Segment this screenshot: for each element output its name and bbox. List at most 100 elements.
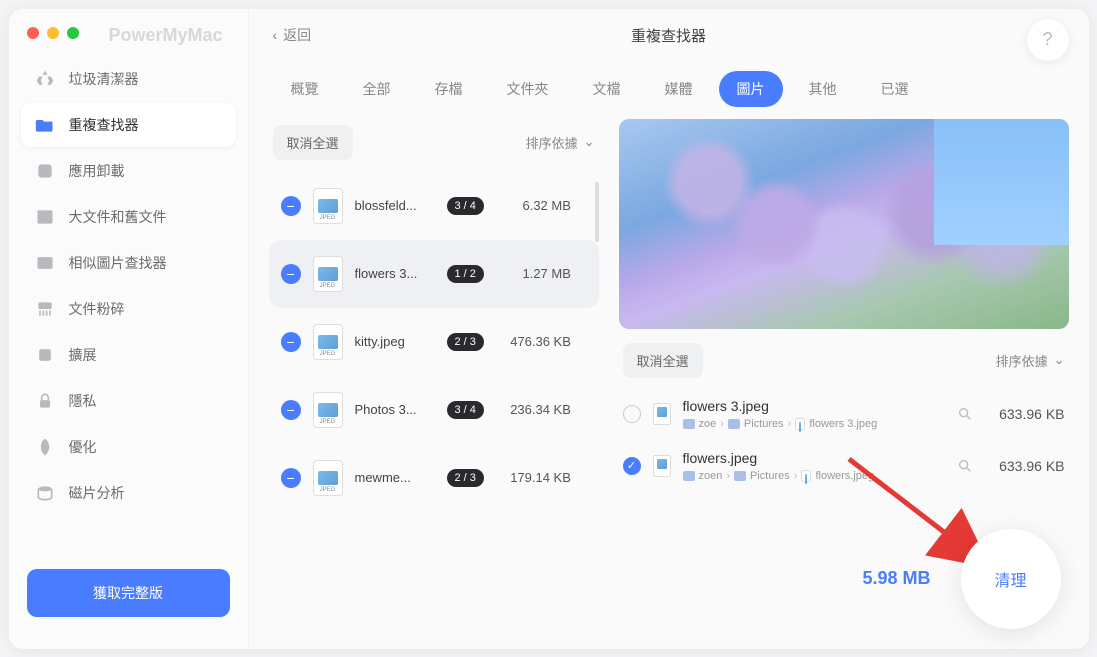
jpeg-icon — [313, 460, 343, 496]
checkbox[interactable] — [623, 457, 641, 475]
disk-icon — [35, 483, 55, 503]
file-path: zoe › Pictures › flowers 3.jpeg — [683, 418, 945, 430]
tab-folders[interactable]: 文件夾 — [489, 71, 567, 107]
file-row[interactable]: − Photos 3... 3 / 4 236.34 KB — [269, 376, 599, 444]
jpeg-icon — [313, 392, 343, 428]
get-full-version-button[interactable]: 獲取完整版 — [27, 569, 230, 617]
deselect-icon[interactable]: − — [281, 400, 301, 420]
file-list[interactable]: − blossfeld... 3 / 4 6.32 MB − flowers 3… — [269, 172, 599, 629]
clean-button[interactable]: 清理 — [961, 529, 1061, 629]
detail-info: flowers.jpeg zoen › Pictures › flowers.j… — [683, 450, 945, 482]
tab-images[interactable]: 圖片 — [719, 71, 783, 107]
sidebar-item-label: 擴展 — [69, 345, 97, 365]
file-name: kitty.jpeg — [355, 334, 435, 349]
deselect-icon[interactable]: − — [281, 332, 301, 352]
file-row[interactable]: − mewme... 2 / 3 179.14 KB — [269, 444, 599, 512]
scrollbar[interactable] — [595, 182, 599, 242]
file-size: 179.14 KB — [496, 470, 571, 485]
deselect-icon[interactable]: − — [281, 196, 301, 216]
sort-label: 排序依據 — [996, 351, 1048, 370]
sidebar-item-label: 隱私 — [69, 391, 97, 411]
file-size: 476.36 KB — [496, 334, 571, 349]
tab-other[interactable]: 其他 — [791, 71, 855, 107]
folder-icon — [35, 115, 55, 135]
sidebar-item-label: 優化 — [69, 437, 97, 457]
deselect-all-button[interactable]: 取消全選 — [273, 125, 353, 160]
tab-overview[interactable]: 概覽 — [273, 71, 337, 107]
file-row[interactable]: − flowers 3... 1 / 2 1.27 MB — [269, 240, 599, 308]
jpeg-icon — [795, 418, 805, 430]
sort-button[interactable]: 排序依據 ⌄ — [526, 133, 595, 152]
sidebar-item-label: 重複查找器 — [69, 115, 139, 135]
tab-selected[interactable]: 已選 — [863, 71, 927, 107]
total-size: 5.98 MB — [862, 568, 930, 589]
back-label: 返回 — [283, 25, 311, 45]
file-name: Photos 3... — [355, 402, 435, 417]
duplicate-groups-column: 取消全選 排序依據 ⌄ − blossfeld... 3 / 4 6.32 MB — [269, 119, 599, 629]
deselect-all-button[interactable]: 取消全選 — [623, 343, 703, 378]
deselect-icon[interactable]: − — [281, 468, 301, 488]
main-content: ‹ 返回 重複查找器 ? 概覽 全部 存檔 文件夾 文檔 媒體 圖片 其他 已選… — [249, 9, 1089, 649]
sidebar-nav: 垃圾清潔器 重複查找器 應用卸載 大文件和舊文件 相似圖片查找器 文件粉碎 — [9, 57, 248, 559]
box-icon — [35, 207, 55, 227]
puzzle-icon — [35, 345, 55, 365]
maximize-icon[interactable] — [67, 27, 79, 39]
sidebar-item-optimize[interactable]: 優化 — [21, 425, 236, 469]
file-name: flowers 3... — [355, 266, 435, 281]
file-row[interactable]: − blossfeld... 3 / 4 6.32 MB — [269, 172, 599, 240]
sidebar-item-similar-images[interactable]: 相似圖片查找器 — [21, 241, 236, 285]
tab-all[interactable]: 全部 — [345, 71, 409, 107]
footer: 5.98 MB 清理 — [862, 529, 1060, 629]
image-preview — [619, 119, 1069, 329]
back-button[interactable]: ‹ 返回 — [273, 25, 312, 45]
file-name: mewme... — [355, 470, 435, 485]
file-size: 1.27 MB — [496, 266, 571, 281]
sidebar-item-privacy[interactable]: 隱私 — [21, 379, 236, 423]
detail-info: flowers 3.jpeg zoe › Pictures › flowers … — [683, 398, 945, 430]
file-row[interactable]: − kitty.jpeg 2 / 3 476.36 KB — [269, 308, 599, 376]
sidebar-item-extensions[interactable]: 擴展 — [21, 333, 236, 377]
jpeg-icon — [653, 403, 671, 425]
image-icon — [35, 253, 55, 273]
sidebar-item-label: 相似圖片查找器 — [69, 253, 167, 273]
checkbox[interactable] — [623, 405, 641, 423]
detail-row[interactable]: flowers 3.jpeg zoe › Pictures › flowers … — [619, 388, 1069, 440]
jpeg-icon — [313, 256, 343, 292]
lock-icon — [35, 391, 55, 411]
sidebar-item-disk-analysis[interactable]: 磁片分析 — [21, 471, 236, 515]
detail-toolbar: 取消全選 排序依據 ⌄ — [619, 329, 1069, 388]
help-button[interactable]: ? — [1027, 19, 1069, 61]
sidebar-item-label: 磁片分析 — [69, 483, 125, 503]
app-window: PowerMyMac 垃圾清潔器 重複查找器 應用卸載 大文件和舊文件 — [9, 9, 1089, 649]
search-icon[interactable] — [957, 406, 973, 422]
count-badge: 2 / 3 — [447, 333, 484, 351]
tab-documents[interactable]: 文檔 — [575, 71, 639, 107]
sidebar-item-large-old-files[interactable]: 大文件和舊文件 — [21, 195, 236, 239]
detail-row[interactable]: flowers.jpeg zoen › Pictures › flowers.j… — [619, 440, 1069, 492]
search-icon[interactable] — [957, 458, 973, 474]
folder-icon — [734, 471, 746, 481]
tab-archive[interactable]: 存檔 — [417, 71, 481, 107]
detail-file-size: 633.96 KB — [985, 406, 1065, 422]
folder-icon — [683, 419, 695, 429]
recycle-icon — [35, 69, 55, 89]
deselect-icon[interactable]: − — [281, 264, 301, 284]
page-title: 重複查找器 — [631, 25, 706, 46]
sidebar-item-label: 應用卸載 — [69, 161, 125, 181]
tabs: 概覽 全部 存檔 文件夾 文檔 媒體 圖片 其他 已選 — [249, 53, 1089, 119]
sidebar-item-uninstaller[interactable]: 應用卸載 — [21, 149, 236, 193]
jpeg-icon — [801, 470, 811, 482]
close-icon[interactable] — [27, 27, 39, 39]
sidebar-item-shredder[interactable]: 文件粉碎 — [21, 287, 236, 331]
groups-toolbar: 取消全選 排序依據 ⌄ — [269, 119, 599, 172]
file-size: 6.32 MB — [496, 198, 571, 213]
sidebar-item-duplicate-finder[interactable]: 重複查找器 — [21, 103, 236, 147]
jpeg-icon — [313, 324, 343, 360]
sort-label: 排序依據 — [526, 133, 578, 152]
sidebar-item-junk-cleaner[interactable]: 垃圾清潔器 — [21, 57, 236, 101]
count-badge: 2 / 3 — [447, 469, 484, 487]
sort-button[interactable]: 排序依據 ⌄ — [996, 351, 1065, 370]
tab-media[interactable]: 媒體 — [647, 71, 711, 107]
minimize-icon[interactable] — [47, 27, 59, 39]
chevron-left-icon: ‹ — [273, 27, 278, 43]
